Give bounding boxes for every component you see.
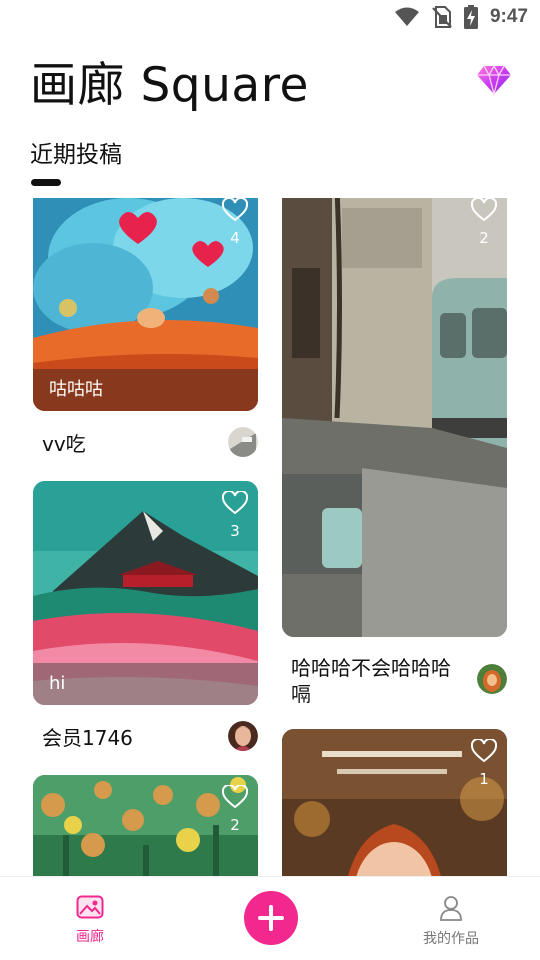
- status-icons: 9:47: [394, 5, 528, 29]
- artwork-card[interactable]: 3 hi: [33, 481, 258, 705]
- avatar[interactable]: [228, 721, 258, 751]
- artwork-card[interactable]: 2: [33, 775, 258, 876]
- heart-icon[interactable]: [222, 491, 248, 515]
- heart-icon[interactable]: [222, 785, 248, 809]
- heart-icon[interactable]: [471, 739, 497, 763]
- avatar[interactable]: [477, 664, 507, 694]
- gallery-grid[interactable]: 4 咕咕咕 vv吃 3 hi 会员1746 2 2 哈哈哈不会哈哈哈嗝 1: [0, 198, 540, 876]
- plus-icon: [258, 905, 284, 931]
- page-title: 画廊 Square: [30, 58, 309, 113]
- artwork-card[interactable]: 4 咕咕咕: [33, 198, 258, 411]
- person-icon: [440, 896, 462, 921]
- like-count: 4: [230, 229, 240, 247]
- heart-icon[interactable]: [471, 198, 497, 222]
- author-name[interactable]: 哈哈哈不会哈哈哈嗝: [291, 655, 451, 707]
- nav-item-my-works[interactable]: 我的作品: [406, 895, 496, 948]
- diamond-icon[interactable]: [476, 64, 512, 96]
- like-count: 3: [230, 522, 240, 540]
- clock: 9:47: [489, 6, 528, 27]
- nav-item-gallery[interactable]: 画廊: [45, 895, 135, 946]
- artwork-card[interactable]: 1: [282, 729, 507, 876]
- avatar[interactable]: [228, 427, 258, 457]
- artwork-caption: hi: [33, 663, 258, 705]
- heart-icon[interactable]: [222, 198, 248, 222]
- section-title: 近期投稿: [30, 142, 122, 168]
- nav-label: 我的作品: [423, 931, 479, 947]
- create-button[interactable]: [244, 891, 298, 945]
- status-bar: 9:47: [0, 0, 540, 36]
- like-count: 1: [479, 770, 489, 788]
- artwork-card[interactable]: 2: [282, 198, 507, 637]
- artwork-image: [282, 198, 507, 637]
- wifi-icon: [394, 7, 419, 26]
- bottom-nav: 画廊 我的作品: [0, 876, 540, 960]
- section-indicator: [31, 179, 61, 186]
- author-name[interactable]: 会员1746: [42, 725, 133, 751]
- app-screen: 9:47 画廊 Square 近期投稿 4 咕咕咕 vv吃 3 hi 会员174…: [0, 0, 540, 960]
- like-count: 2: [479, 229, 489, 247]
- like-count: 2: [230, 816, 240, 834]
- no-sim-icon: [432, 6, 452, 28]
- author-name[interactable]: vv吃: [42, 431, 86, 457]
- nav-label: 画廊: [76, 929, 104, 945]
- artwork-caption: 咕咕咕: [33, 369, 258, 411]
- gallery-icon: [76, 895, 104, 919]
- battery-charging-icon: [463, 5, 478, 29]
